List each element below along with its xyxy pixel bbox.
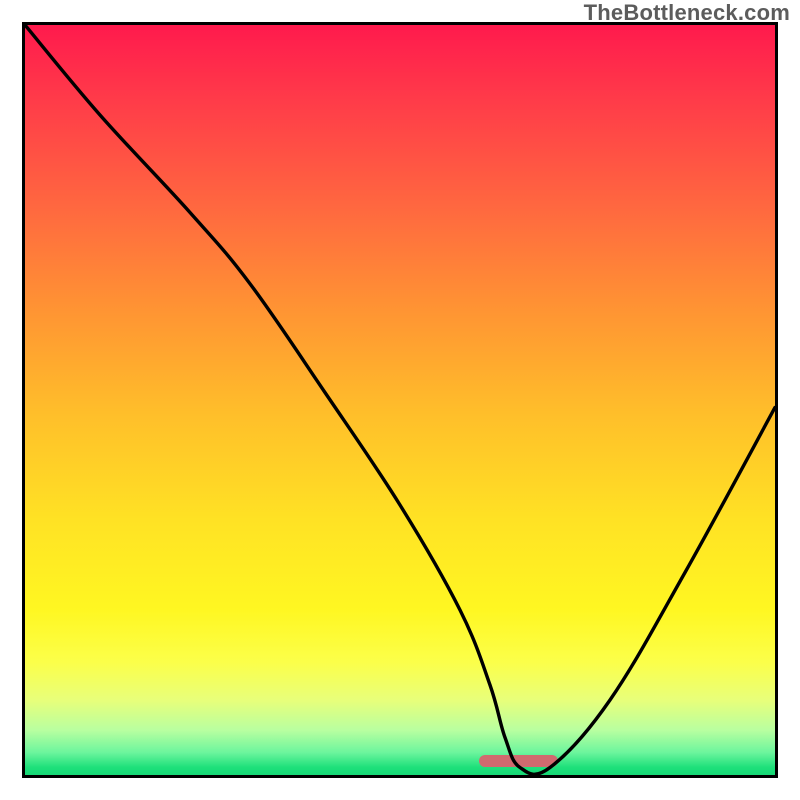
bottleneck-curve xyxy=(25,25,775,775)
bottleneck-curve-path xyxy=(25,25,775,774)
chart-frame xyxy=(22,22,778,778)
